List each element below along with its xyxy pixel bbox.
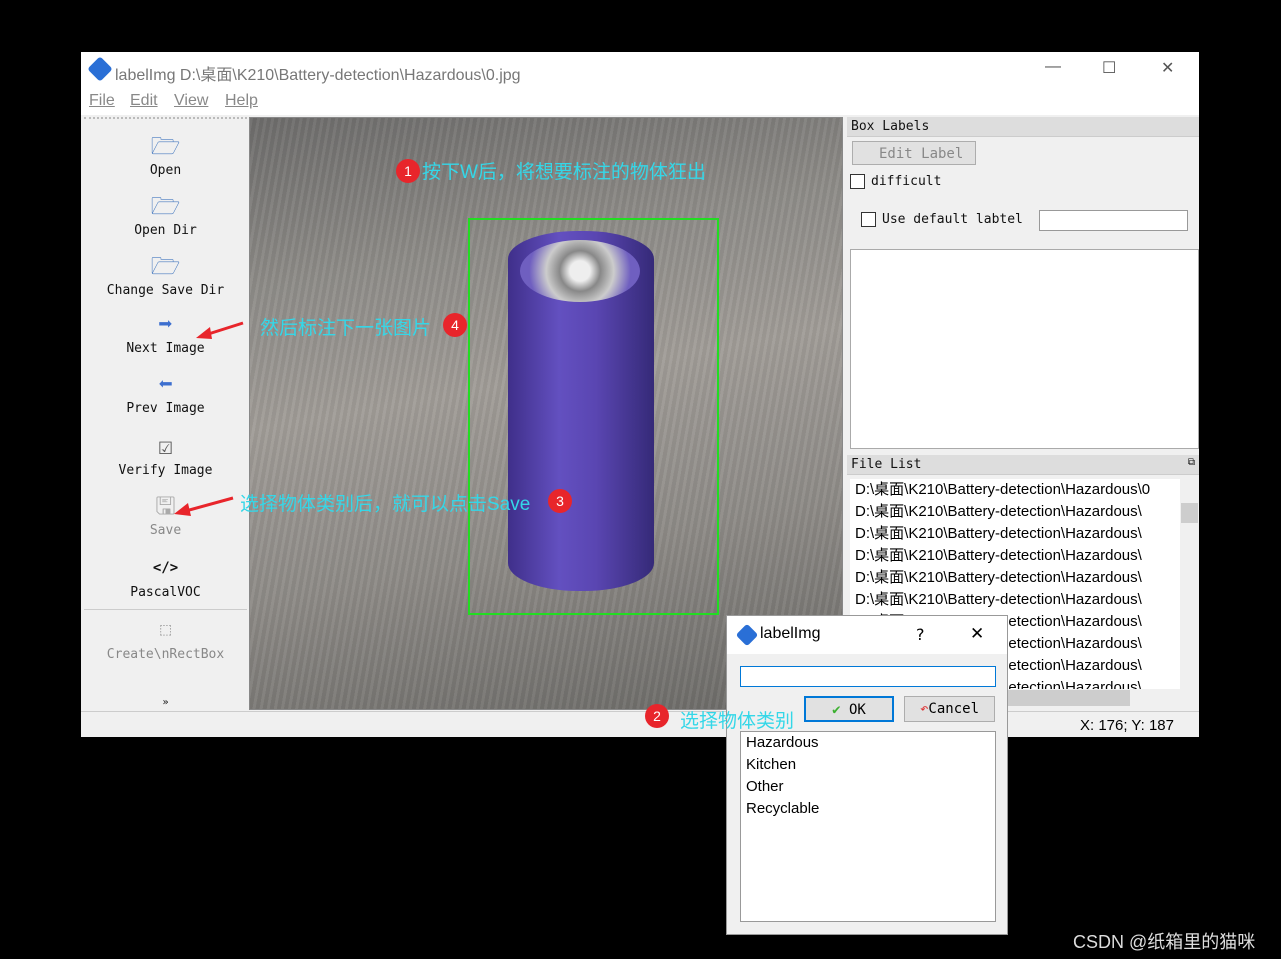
menu-bar: File Edit View Help <box>81 88 1199 115</box>
annotation-badge-2: 2 <box>645 704 669 728</box>
close-button[interactable]: ✕ <box>1161 58 1174 78</box>
label-dialog: labelImg ? ✕ ✔ OK ↶Cancel Hazardous Kitc… <box>726 615 1008 935</box>
file-list-item[interactable]: D:\桌面\K210\Battery-detection\Hazardous\ <box>850 523 1180 545</box>
window-title: labelImg D:\桌面\K210\Battery-detection\Ha… <box>115 67 521 84</box>
change-save-dir-button[interactable]: 🗁 Change Save Dir <box>84 251 247 298</box>
label-option[interactable]: Recyclable <box>741 798 995 820</box>
label-option[interactable]: Kitchen <box>741 754 995 776</box>
label-option[interactable]: Hazardous <box>741 732 995 754</box>
folder-open-icon: 🗁 <box>150 132 181 160</box>
checkmark-icon: ✔ <box>832 702 841 718</box>
checkbox-icon: ☑ <box>158 432 173 460</box>
open-button[interactable]: 🗁 Open <box>84 131 247 178</box>
bounding-box[interactable] <box>468 218 719 615</box>
annotation-text-1: 按下W后，将想要标注的物体狂出 <box>422 162 706 183</box>
dialog-title-bar: labelImg ? ✕ <box>727 616 1007 654</box>
cursor-coordinates: X: 176; Y: 187 <box>1080 717 1174 734</box>
more-tools-chevron[interactable]: » <box>84 697 247 708</box>
save-icon: 🖫 <box>155 492 176 520</box>
file-list-item[interactable]: D:\桌面\K210\Battery-detection\Hazardous\0 <box>850 479 1180 501</box>
file-list-item[interactable]: D:\桌面\K210\Battery-detection\Hazardous\ <box>850 567 1180 589</box>
file-list-header: File List ⧉ <box>847 455 1199 475</box>
pascalvoc-button[interactable]: </> PascalVOC <box>84 553 247 600</box>
edit-label-button[interactable]: Edit Label <box>852 141 976 165</box>
status-bar: X: 176; Y: 187 <box>81 711 1199 737</box>
annotation-badge-1: 1 <box>396 159 420 183</box>
menu-file[interactable]: File <box>89 92 115 110</box>
label-option[interactable]: Other <box>741 776 995 798</box>
dialog-close-button[interactable]: ✕ <box>970 624 984 644</box>
file-list-item[interactable]: D:\桌面\K210\Battery-detection\Hazardous\ <box>850 589 1180 611</box>
open-dir-button[interactable]: 🗁 Open Dir <box>84 191 247 238</box>
use-default-label-checkbox[interactable]: Use default labtel <box>861 212 1023 227</box>
menu-edit[interactable]: Edit <box>130 92 158 110</box>
file-list-item[interactable]: D:\桌面\K210\Battery-detection\Hazardous\ <box>850 545 1180 567</box>
file-list-item[interactable]: D:\桌面\K210\Battery-detection\Hazardous\ <box>850 501 1180 523</box>
dialog-title: labelImg <box>760 625 821 642</box>
annotation-text-4: 然后标注下一张图片 <box>260 318 432 339</box>
toolbar-divider <box>84 609 247 610</box>
label-options-list[interactable]: Hazardous Kitchen Other Recyclable <box>740 731 996 922</box>
prev-image-button[interactable]: ⬅ Prev Image <box>84 369 247 416</box>
label-list[interactable] <box>850 249 1199 449</box>
help-button[interactable]: ? <box>916 625 925 644</box>
app-logo-icon <box>87 56 113 82</box>
toolbar: 🗁 Open 🗁 Open Dir 🗁 Change Save Dir ➡ Next I… <box>84 117 247 711</box>
minimize-button[interactable]: — <box>1045 58 1061 76</box>
verify-image-button[interactable]: ☑ Verify Image <box>84 431 247 478</box>
menu-view[interactable]: View <box>174 92 208 110</box>
save-button[interactable]: 🖫 Save <box>84 491 247 538</box>
next-image-button[interactable]: ➡ Next Image <box>84 309 247 356</box>
app-logo-icon <box>735 623 759 647</box>
arrow-left-icon: ⬅ <box>158 370 173 398</box>
vertical-scrollbar[interactable] <box>1180 479 1199 689</box>
arrow-right-icon: ➡ <box>158 310 173 338</box>
annotation-text-3: 选择物体类别后，就可以点击Save <box>240 494 531 515</box>
rectbox-icon: ⬚ <box>160 619 171 640</box>
code-icon: </> <box>152 560 179 576</box>
float-dock-icon[interactable]: ⧉ <box>1188 457 1195 468</box>
box-labels-panel: Box Labels Edit Label difficult Use defa… <box>847 117 1199 450</box>
annotation-badge-3: 3 <box>548 489 572 513</box>
box-labels-header: Box Labels <box>847 117 1199 137</box>
maximize-button[interactable]: ☐ <box>1102 58 1116 78</box>
folder-open-icon: 🗁 <box>150 252 181 280</box>
create-rectbox-button[interactable]: ⬚ Create\nRectBox <box>84 615 247 662</box>
watermark: CSDN @纸箱里的猫咪 <box>1073 932 1256 952</box>
label-input[interactable] <box>740 666 996 687</box>
labelimg-window: labelImg D:\桌面\K210\Battery-detection\Ha… <box>81 52 1199 737</box>
menu-help[interactable]: Help <box>225 92 258 110</box>
difficult-checkbox[interactable]: difficult <box>850 174 941 189</box>
annotation-badge-4: 4 <box>443 313 467 337</box>
ok-button[interactable]: ✔ OK <box>804 696 894 722</box>
annotation-text-2: 选择物体类别 <box>680 711 795 732</box>
title-bar: labelImg D:\桌面\K210\Battery-detection\Ha… <box>81 52 1199 88</box>
cancel-button[interactable]: ↶Cancel <box>904 696 995 722</box>
folder-open-icon: 🗁 <box>150 192 181 220</box>
default-label-input[interactable] <box>1039 210 1188 231</box>
